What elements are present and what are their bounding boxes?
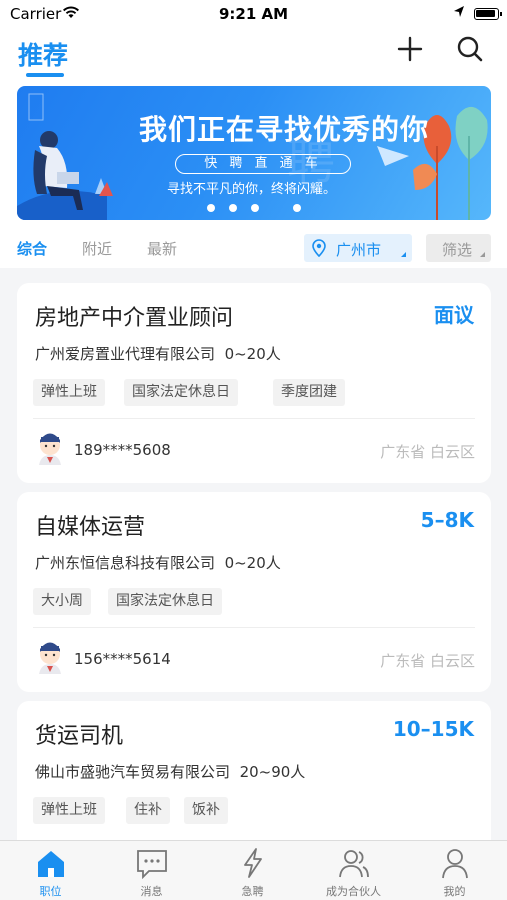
job-title: 自媒体运营 [35,515,146,540]
company-headcount: 0~20人 [224,345,281,363]
carousel-dot[interactable] [251,204,259,212]
recruiter-phone: 156****5614 [74,650,171,668]
company-info: 广州东恒信息科技有限公司 0~20人 [35,552,281,573]
status-bar: Carrier 9:21 AM [0,0,507,28]
job-salary: 10–15K [392,717,474,741]
recruiter-avatar [39,642,61,674]
job-tag: 大小周 [33,588,91,615]
promo-banner[interactable]: 聘 我们正在寻找优秀的你 快 聘 直 通 车 寻找不平凡的你，终将闪耀。 [17,86,491,220]
title-underline [26,73,64,77]
carousel-dot[interactable] [207,204,215,212]
company-info: 广州爱房置业代理有限公司 0~20人 [35,343,281,364]
city-label: 广州市 [336,241,382,259]
job-tag: 饭补 [184,797,228,824]
plus-icon [397,36,423,62]
tab-jobs[interactable]: 职位 [0,841,101,900]
dropdown-caret-icon [480,252,485,257]
message-icon [137,850,167,879]
carousel-dot[interactable] [293,204,301,212]
job-tag: 国家法定休息日 [124,379,238,406]
search-button[interactable] [455,34,485,64]
tab-label: 成为合伙人 [326,885,381,898]
tab-label: 我的 [443,885,466,898]
job-tag: 弹性上班 [33,797,105,824]
bottom-tab-bar: 职位 消息 急聘 成为合伙人 我的 [0,840,507,900]
job-tag: 国家法定休息日 [108,588,222,615]
city-selector[interactable]: 广州市 [304,234,412,262]
banner-tagline: 寻找不平凡的你，终将闪耀。 [167,182,337,197]
job-location: 广东省 白云区 [380,652,475,670]
tab-comprehensive[interactable]: 综合 [17,238,47,259]
tab-profile[interactable]: 我的 [404,841,505,900]
profile-icon [442,849,468,879]
recruiter-phone: 189****5608 [74,441,171,459]
company-headcount: 20~90人 [239,763,306,781]
location-services-icon [454,6,464,17]
battery-icon [474,8,502,20]
job-card[interactable]: 房地产中介置业顾问 面议 广州爱房置业代理有限公司 0~20人 弹性上班 国家法… [17,283,491,483]
partner-icon [339,850,369,878]
filter-button[interactable]: 筛选 [426,234,491,262]
tab-latest[interactable]: 最新 [147,238,177,259]
tab-label: 消息 [140,885,163,898]
divider [33,418,475,419]
company-info: 佛山市盛驰汽车贸易有限公司 20~90人 [35,761,305,782]
header: 推荐 [0,28,507,83]
job-card[interactable]: 货运司机 10–15K 佛山市盛驰汽车贸易有限公司 20~90人 弹性上班 住补… [17,701,491,861]
job-salary: 面议 [434,303,474,327]
job-card[interactable]: 自媒体运营 5–8K 广州东恒信息科技有限公司 0~20人 大小周 国家法定休息… [17,492,491,692]
tab-label: 职位 [39,885,62,898]
dropdown-caret-icon [401,252,406,257]
banner-illustration: 聘 [17,93,488,220]
carousel-dot[interactable] [229,204,237,212]
tab-label: 急聘 [241,885,264,898]
location-pin-icon [312,239,326,257]
recruiter-avatar [39,433,61,465]
tab-messages[interactable]: 消息 [101,841,202,900]
company-headcount: 0~20人 [224,554,281,572]
company-name: 广州爱房置业代理有限公司 [35,345,216,363]
page-title[interactable]: 推荐 [18,36,68,72]
job-location: 广东省 白云区 [380,443,475,461]
job-tag: 住补 [126,797,170,824]
filter-label: 筛选 [442,241,473,259]
banner-headline: 我们正在寻找优秀的你 [138,113,429,146]
company-name: 广州东恒信息科技有限公司 [35,554,216,572]
filter-bar: 综合 附近 最新 广州市 筛选 [0,232,507,264]
banner-subtitle: 快 聘 直 通 车 [175,154,351,174]
job-title: 货运司机 [35,724,124,749]
tab-partner[interactable]: 成为合伙人 [303,841,404,900]
search-icon [457,36,483,62]
divider [33,627,475,628]
home-icon [38,851,64,877]
lightning-icon [244,848,262,878]
tab-nearby[interactable]: 附近 [82,238,112,259]
job-tag: 弹性上班 [33,379,105,406]
company-name: 佛山市盛驰汽车贸易有限公司 [35,763,231,781]
job-title: 房地产中介置业顾问 [35,306,234,331]
job-salary: 5–8K [420,508,474,532]
job-tag: 季度团建 [273,379,345,406]
clock: 9:21 AM [218,5,289,23]
add-button[interactable] [395,34,425,64]
tab-urgent[interactable]: 急聘 [202,841,303,900]
